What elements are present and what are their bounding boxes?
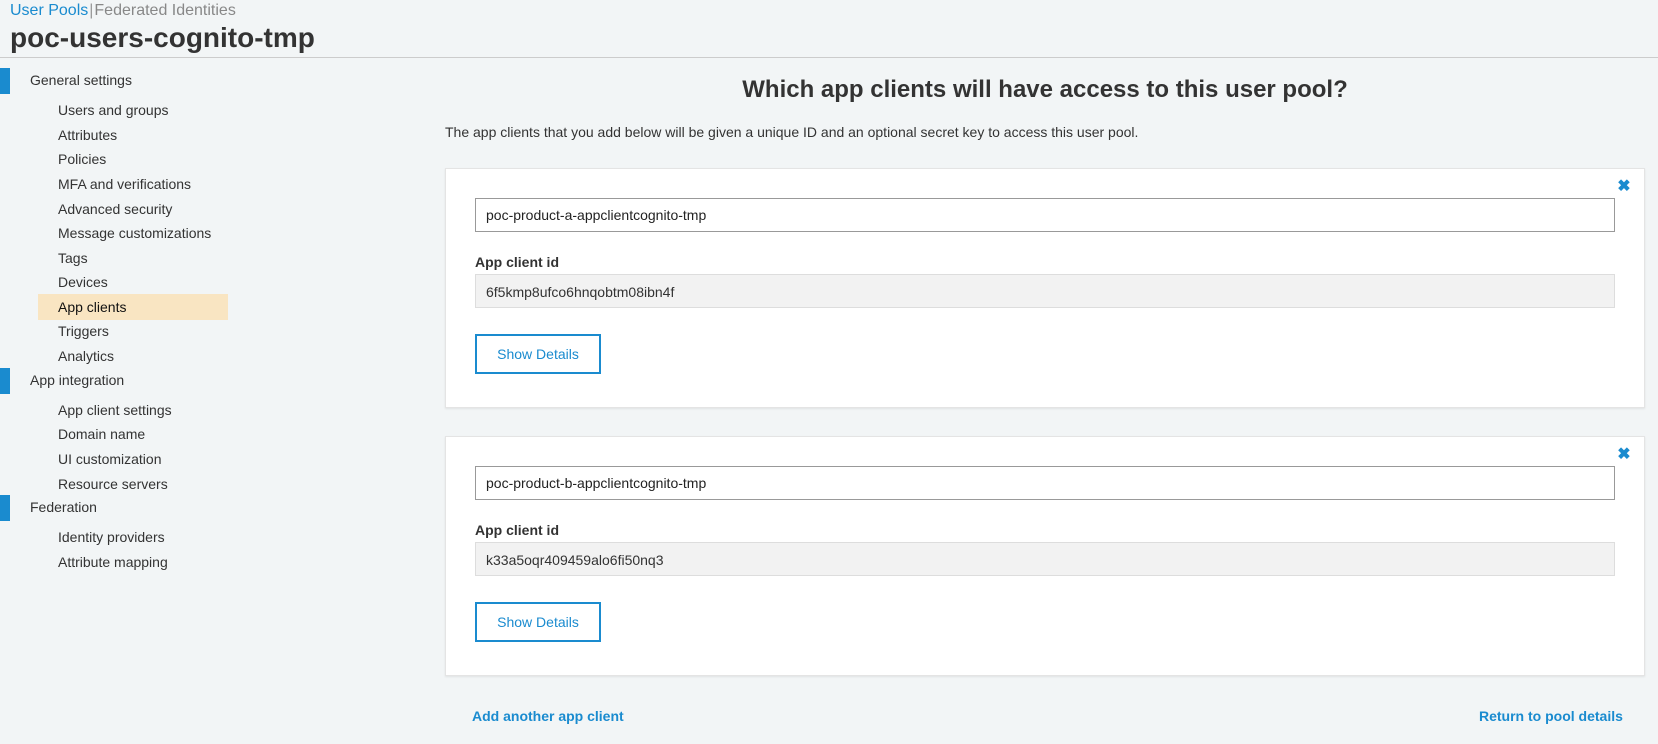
sidebar-item-domain-name[interactable]: Domain name [38, 421, 228, 447]
sidebar-item-label: Resource servers [58, 476, 168, 492]
sidebar-item-analytics[interactable]: Analytics [38, 343, 228, 369]
pool-type-tabs: User Pools|Federated Identities [10, 2, 236, 20]
main-content: Which app clients will have access to th… [445, 58, 1645, 744]
return-to-pool-details-link[interactable]: Return to pool details [1479, 708, 1623, 724]
sidebar-item-app-clients[interactable]: App clients [38, 294, 228, 320]
sidebar-item-tags[interactable]: Tags [38, 245, 228, 271]
sidebar-item-label: Tags [58, 250, 88, 266]
sidebar-item-label: Analytics [58, 348, 115, 364]
sidebar-item-label: MFA and verifications [58, 176, 192, 192]
sidebar-item-advanced-security[interactable]: Advanced security [38, 196, 228, 222]
app-client-id-label: App client id [475, 522, 559, 538]
sidebar-item-label: App clients [58, 299, 127, 315]
sidebar-item-devices[interactable]: Devices [38, 269, 228, 295]
sidebar-item-attribute-mapping[interactable]: Attribute mapping [38, 549, 228, 575]
sidebar-item-resource-servers[interactable]: Resource servers [38, 471, 228, 497]
app-client-name-input[interactable] [475, 198, 1615, 232]
sidebar-item-label: Message customizations [58, 225, 212, 241]
sidebar-item-label: App client settings [58, 402, 172, 418]
top-header: User Pools|Federated Identities poc-user… [0, 0, 1658, 58]
sidebar-item-triggers[interactable]: Triggers [38, 318, 228, 344]
sidebar-item-ui-customization[interactable]: UI customization [38, 446, 228, 472]
sidebar-item-label: Triggers [58, 323, 109, 339]
sidebar-item-label: Users and groups [58, 102, 169, 118]
app-client-card: ✖ App client id k33a5oqr409459alo6fi50nq… [445, 436, 1645, 676]
sidebar: General settings Users and groups Attrib… [0, 58, 240, 744]
sidebar-section-federation[interactable]: Federation [0, 495, 240, 521]
section-marker [0, 68, 10, 94]
show-details-button[interactable]: Show Details [475, 334, 601, 374]
app-client-id-value: 6f5kmp8ufco6hnqobtm08ibn4f [475, 274, 1615, 308]
sidebar-section-general-settings[interactable]: General settings [0, 68, 240, 94]
sidebar-item-label: Domain name [58, 426, 146, 442]
tab-user-pools[interactable]: User Pools [10, 2, 88, 19]
sidebar-item-label: Devices [58, 274, 108, 290]
sidebar-item-app-client-settings[interactable]: App client settings [38, 397, 228, 423]
section-marker [0, 495, 10, 521]
sidebar-item-message-customizations[interactable]: Message customizations [38, 220, 228, 246]
section-label: Federation [30, 499, 97, 515]
sidebar-item-label: Attribute mapping [58, 554, 168, 570]
add-app-client-link[interactable]: Add another app client [472, 708, 624, 724]
intro-text: The app clients that you add below will … [445, 124, 1139, 140]
page-title: poc-users-cognito-tmp [10, 22, 315, 53]
section-label: App integration [30, 372, 125, 388]
sidebar-item-label: Advanced security [58, 201, 173, 217]
section-heading: Which app clients will have access to th… [742, 76, 1348, 103]
tab-federated-identities[interactable]: Federated Identities [94, 2, 235, 19]
sidebar-item-label: UI customization [58, 451, 162, 467]
app-client-id-value: k33a5oqr409459alo6fi50nq3 [475, 542, 1615, 576]
sidebar-item-policies[interactable]: Policies [38, 146, 228, 172]
close-icon[interactable]: ✖ [1616, 179, 1632, 195]
close-icon[interactable]: ✖ [1616, 447, 1632, 463]
section-marker [0, 368, 10, 394]
app-client-id-label: App client id [475, 254, 559, 270]
sidebar-item-label: Policies [58, 151, 107, 167]
sidebar-item-label: Attributes [58, 127, 118, 143]
sidebar-item-attributes[interactable]: Attributes [38, 122, 228, 148]
sidebar-item-identity-providers[interactable]: Identity providers [38, 524, 228, 550]
sidebar-item-label: Identity providers [58, 529, 165, 545]
section-label: General settings [30, 72, 132, 88]
app-client-card: ✖ App client id 6f5kmp8ufco6hnqobtm08ibn… [445, 168, 1645, 408]
sidebar-section-app-integration[interactable]: App integration [0, 368, 240, 394]
show-details-button[interactable]: Show Details [475, 602, 601, 642]
sidebar-item-users-and-groups[interactable]: Users and groups [38, 97, 228, 123]
app-client-name-input[interactable] [475, 466, 1615, 500]
sidebar-item-mfa[interactable]: MFA and verifications [38, 171, 228, 197]
